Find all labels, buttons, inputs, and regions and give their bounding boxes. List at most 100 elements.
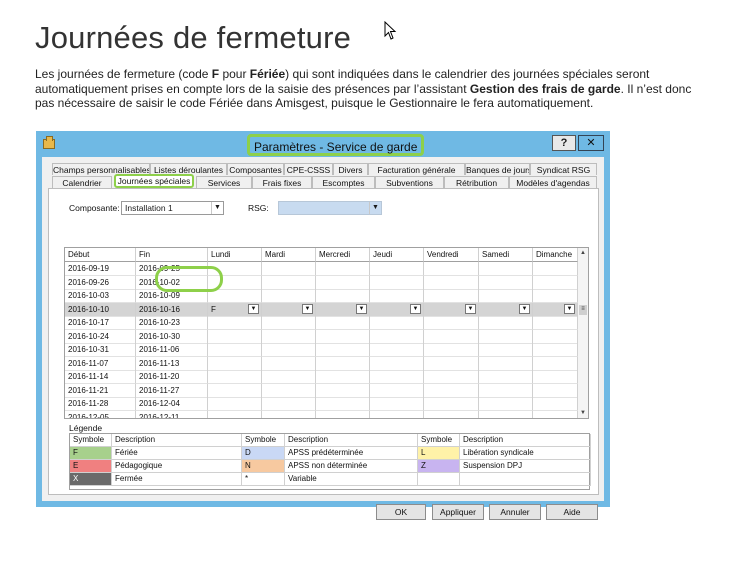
grid-cell[interactable] xyxy=(424,356,479,371)
grid-header-cell[interactable]: Mercredi xyxy=(316,248,370,262)
grid-cell[interactable] xyxy=(370,383,424,398)
tab-banques-de-jours[interactable]: Banques de jours xyxy=(465,163,530,175)
grid-cell[interactable] xyxy=(424,410,479,418)
chevron-down-icon[interactable]: ▼ xyxy=(211,202,223,214)
tab-facturation-generale[interactable]: Facturation générale xyxy=(368,163,465,175)
grid-cell[interactable] xyxy=(533,383,578,398)
grid-cell[interactable] xyxy=(370,370,424,384)
grid-header-cell[interactable]: Début xyxy=(65,248,136,262)
grid-cell[interactable] xyxy=(370,329,424,344)
tab-composantes[interactable]: Composantes xyxy=(227,163,284,175)
table-row[interactable]: 2016-09-26 2016-10-02 xyxy=(65,275,588,290)
table-row[interactable]: 2016-10-03 2016-10-09 xyxy=(65,289,588,303)
grid-cell[interactable] xyxy=(424,343,479,357)
grid-cell[interactable] xyxy=(424,329,479,344)
table-row[interactable]: 2016-11-28 2016-12-04 xyxy=(65,397,588,411)
grid-header-cell[interactable]: Mardi xyxy=(262,248,316,262)
close-icon[interactable]: ✕ xyxy=(578,135,604,151)
grid-cell[interactable] xyxy=(479,356,533,371)
grid-cell[interactable] xyxy=(316,343,370,357)
grid-header-cell[interactable]: Vendredi xyxy=(424,248,479,262)
grid-cell[interactable] xyxy=(370,356,424,371)
grid-cell[interactable] xyxy=(208,356,262,371)
grid-cell[interactable] xyxy=(316,370,370,384)
grid-cell[interactable] xyxy=(370,343,424,357)
tab-divers[interactable]: Divers xyxy=(333,163,368,175)
chevron-down-icon[interactable]: ▼ xyxy=(248,303,259,314)
grid-cell[interactable] xyxy=(479,329,533,344)
grid-cell[interactable] xyxy=(208,343,262,357)
table-row[interactable]: 2016-10-31 2016-11-06 xyxy=(65,343,588,357)
grid-cell[interactable] xyxy=(370,275,424,290)
tab-services[interactable]: Services xyxy=(196,176,252,188)
grid-cell[interactable] xyxy=(424,316,479,330)
grid-cell[interactable] xyxy=(370,410,424,418)
grid-cell[interactable] xyxy=(370,262,424,276)
grid-header-cell[interactable]: Fin xyxy=(136,248,208,262)
grid-cell[interactable] xyxy=(533,316,578,330)
grid-cell[interactable] xyxy=(479,370,533,384)
grid-cell[interactable]: F ▼ xyxy=(208,302,262,317)
grid-cell[interactable] xyxy=(479,383,533,398)
grid-cell[interactable] xyxy=(262,316,316,330)
grid-cell[interactable] xyxy=(424,370,479,384)
grid-cell[interactable] xyxy=(262,275,316,290)
grid-cell[interactable] xyxy=(533,397,578,411)
table-row[interactable]: 2016-11-07 2016-11-13 xyxy=(65,356,588,371)
grid-cell[interactable] xyxy=(262,383,316,398)
tab-frais-fixes[interactable]: Frais fixes xyxy=(252,176,312,188)
grid-header-cell[interactable]: Lundi xyxy=(208,248,262,262)
titlebar-help-button[interactable]: ? xyxy=(552,135,576,151)
grid-cell[interactable]: ▼ xyxy=(262,302,316,317)
grid-cell[interactable] xyxy=(316,356,370,371)
grid-cell[interactable] xyxy=(316,397,370,411)
tab-escomptes[interactable]: Escomptes xyxy=(312,176,375,188)
grid-cell[interactable] xyxy=(262,410,316,418)
grid-cell[interactable] xyxy=(316,289,370,303)
grid-cell[interactable] xyxy=(208,397,262,411)
tab-subventions[interactable]: Subventions xyxy=(375,176,444,188)
grid-cell[interactable] xyxy=(424,262,479,276)
grid-cell[interactable] xyxy=(533,262,578,276)
scroll-up-icon[interactable]: ▲ xyxy=(578,248,588,258)
grid-cell[interactable]: ▼ xyxy=(424,302,479,317)
grid-cell[interactable] xyxy=(208,316,262,330)
tab-cpe-csss[interactable]: CPE-CSSS xyxy=(284,163,333,175)
grid-cell[interactable] xyxy=(208,370,262,384)
table-row[interactable]: 2016-10-17 2016-10-23 xyxy=(65,316,588,330)
grid-cell[interactable] xyxy=(208,383,262,398)
ok-button[interactable]: OK xyxy=(376,504,426,520)
grid-cell[interactable] xyxy=(316,275,370,290)
grid-cell[interactable] xyxy=(424,275,479,290)
chevron-down-icon[interactable]: ▼ xyxy=(564,303,575,314)
cancel-button[interactable]: Annuler xyxy=(489,504,541,520)
grid-cell[interactable] xyxy=(208,289,262,303)
table-row[interactable]: 2016-10-10 2016-10-16 F ▼ ▼ ▼ ▼ ▼ ▼ ▼ xyxy=(65,302,588,317)
table-row[interactable]: 2016-10-24 2016-10-30 xyxy=(65,329,588,344)
grid-cell[interactable]: ▼ xyxy=(479,302,533,317)
grid-cell[interactable] xyxy=(533,329,578,344)
grid-cell[interactable] xyxy=(316,316,370,330)
tab-modeles-agendas[interactable]: Modèles d'agendas xyxy=(509,176,597,188)
chevron-down-icon[interactable]: ▼ xyxy=(465,303,476,314)
grid-cell[interactable] xyxy=(479,397,533,411)
grid-cell[interactable] xyxy=(479,275,533,290)
grid-cell[interactable]: ▼ xyxy=(533,302,578,317)
grid-cell[interactable] xyxy=(208,410,262,418)
grid-cell[interactable] xyxy=(479,262,533,276)
grid-cell[interactable] xyxy=(262,329,316,344)
grid-cell[interactable] xyxy=(533,410,578,418)
grid-cell[interactable] xyxy=(262,343,316,357)
tab-journees-speciales[interactable]: Journées spéciales xyxy=(114,174,194,188)
grid-cell[interactable] xyxy=(533,275,578,290)
grid-cell[interactable] xyxy=(479,343,533,357)
apply-button[interactable]: Appliquer xyxy=(432,504,484,520)
dialog-titlebar[interactable]: Paramètres - Service de garde ? ✕ xyxy=(36,131,610,157)
chevron-down-icon[interactable]: ▼ xyxy=(302,303,313,314)
tab-syndicat-rsg[interactable]: Syndicat RSG xyxy=(530,163,597,175)
grid-cell[interactable] xyxy=(262,356,316,371)
composante-select[interactable]: Installation 1 ▼ xyxy=(121,201,224,215)
grid-header-cell[interactable]: Samedi xyxy=(479,248,533,262)
grid-cell[interactable] xyxy=(262,370,316,384)
table-row[interactable]: 2016-12-05 2016-12-11 xyxy=(65,410,588,418)
